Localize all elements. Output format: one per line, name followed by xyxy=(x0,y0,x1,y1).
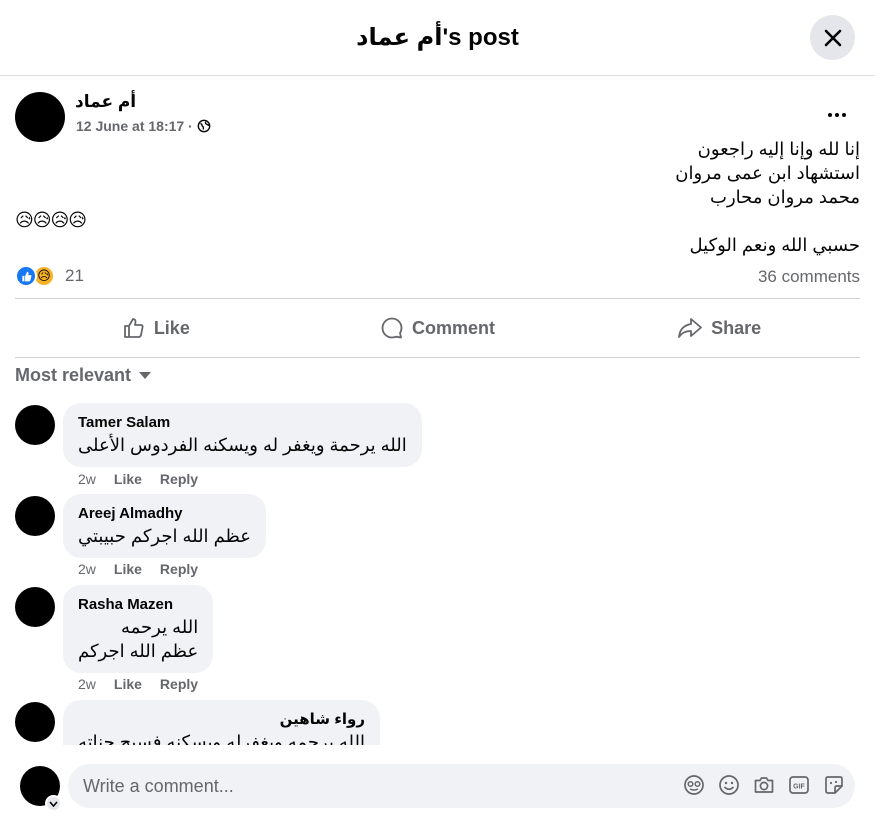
post-text-line: محمد مروان محارب xyxy=(710,187,860,207)
like-icon xyxy=(123,318,144,338)
profile-switch-button[interactable] xyxy=(45,795,62,812)
post-date[interactable]: 12 June at 18:17 · xyxy=(76,118,193,134)
more-icon-dot xyxy=(835,113,839,117)
close-icon xyxy=(824,29,841,46)
comment-icon xyxy=(381,317,403,339)
gif-icon[interactable]: GIF xyxy=(788,774,810,796)
post-emoji: 😥😥😥😥 xyxy=(15,210,87,230)
close-button[interactable] xyxy=(810,15,855,60)
svg-text:GIF: GIF xyxy=(793,784,805,791)
commenter-name[interactable]: Rasha Mazen xyxy=(78,595,198,615)
camera-icon[interactable] xyxy=(753,774,775,796)
dialog-header: أم عماد's post xyxy=(0,0,875,76)
emoji-icon[interactable] xyxy=(718,774,740,796)
sticker-icon[interactable] xyxy=(823,774,845,796)
more-icon-dot xyxy=(842,113,846,117)
comment-text: عظم الله اجركم xyxy=(78,641,199,661)
commenter-avatar[interactable] xyxy=(15,496,55,536)
commenter-avatar[interactable] xyxy=(15,702,55,742)
comment-time: 2w xyxy=(78,676,96,692)
avatar-sticker-icon[interactable] xyxy=(683,774,705,796)
post-scroll-area[interactable]: أم عماد 12 June at 18:17 · إنا لله وإنا … xyxy=(0,77,875,745)
share-icon xyxy=(678,318,703,338)
comment-time: 2w xyxy=(78,561,96,577)
comments-count[interactable]: 36 comments xyxy=(758,267,860,287)
post-text-line: حسبي الله ونعم الوكيل xyxy=(689,235,861,255)
post-text-line: إنا لله وإنا إليه راجعون xyxy=(697,139,860,159)
comment-actions: 2w Like Reply xyxy=(78,561,198,577)
comment-composer: GIF xyxy=(0,745,875,832)
comment-text: عظم الله اجركم حبيبتي xyxy=(78,526,252,546)
comment-bubble: رواء شاهين الله يرحمه ويغفرله ويسكنه فسي… xyxy=(63,700,380,745)
action-bar: Like Comment Share xyxy=(15,298,860,358)
comment-label: Comment xyxy=(412,317,496,338)
share-button[interactable]: Share xyxy=(578,299,860,357)
author-name[interactable]: أم عماد xyxy=(75,92,136,112)
globe-icon xyxy=(197,119,211,133)
comment-like-button[interactable]: Like xyxy=(114,561,142,577)
comment-bubble: Rasha Mazen الله يرحمه عظم الله اجركم xyxy=(63,585,214,673)
post-text: إنا لله وإنا إليه راجعون استشهاد ابن عمى… xyxy=(675,137,860,209)
comment-like-button[interactable]: Like xyxy=(114,471,142,487)
chevron-down-icon xyxy=(49,800,58,807)
comment-bubble: Tamer Salam الله يرحمة ويغفر له ويسكنه ا… xyxy=(63,403,422,467)
comment-actions: 2w Like Reply xyxy=(78,471,198,487)
commenter-name[interactable]: رواء شاهين xyxy=(78,710,365,730)
sort-label: Most relevant xyxy=(15,365,132,385)
composer-tools: GIF xyxy=(683,774,845,796)
comment-text: الله يرحمة ويغفر له ويسكنه الفردوس الأعل… xyxy=(78,435,407,455)
post-text-line: استشهاد ابن عمى مروان xyxy=(675,163,860,183)
post-meta: 12 June at 18:17 · xyxy=(76,118,211,134)
author-avatar[interactable] xyxy=(15,92,65,142)
comment-time: 2w xyxy=(78,471,96,487)
comment-button[interactable]: Comment xyxy=(297,299,579,357)
commenter-name[interactable]: Areej Almadhy xyxy=(78,504,251,524)
share-label: Share xyxy=(711,317,762,338)
comment-reply-button[interactable]: Reply xyxy=(160,676,198,692)
caret-down-icon xyxy=(139,372,152,379)
comment-actions: 2w Like Reply xyxy=(78,676,198,692)
comment-reply-button[interactable]: Reply xyxy=(160,471,198,487)
dialog-title: أم عماد's post xyxy=(356,24,519,51)
like-label: Like xyxy=(153,317,190,338)
comment-like-button[interactable]: Like xyxy=(114,676,142,692)
like-reaction-icon xyxy=(15,265,37,287)
comment-text: الله يرحمه ويغفرله ويسكنه فسيح جناته xyxy=(78,732,365,745)
commenter-avatar[interactable] xyxy=(15,587,55,627)
comment-bubble: Areej Almadhy عظم الله اجركم حبيبتي xyxy=(63,494,267,558)
commenter-name[interactable]: Tamer Salam xyxy=(78,413,407,433)
reactions-summary[interactable]: 😥 21 xyxy=(15,265,84,287)
reaction-count: 21 xyxy=(65,266,84,285)
comment-reply-button[interactable]: Reply xyxy=(160,561,198,577)
more-options-button[interactable] xyxy=(825,105,849,125)
like-button[interactable]: Like xyxy=(15,299,297,357)
more-icon xyxy=(828,113,832,117)
comment-sort-dropdown[interactable]: Most relevant xyxy=(15,365,152,386)
commenter-avatar[interactable] xyxy=(15,405,55,445)
comment-text: الله يرحمه xyxy=(120,617,199,637)
